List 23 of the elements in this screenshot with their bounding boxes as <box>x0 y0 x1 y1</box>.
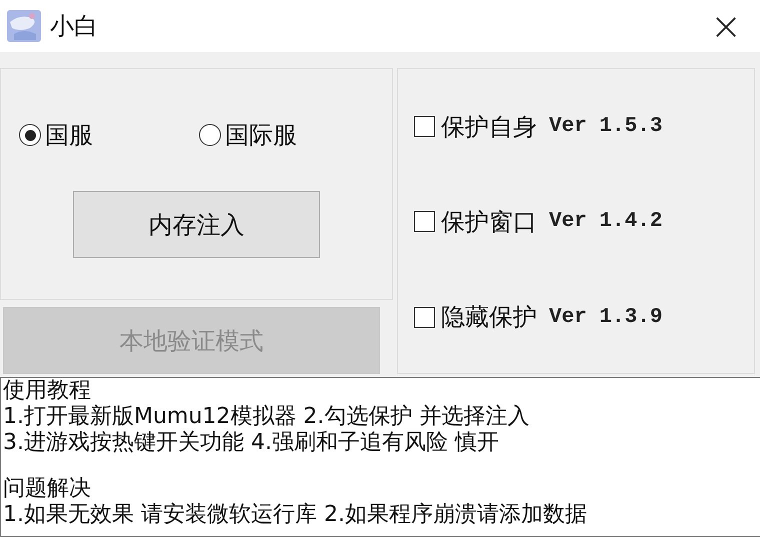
version-label: Ver 1.4.2 <box>549 210 662 234</box>
inject-button[interactable]: 内存注入 <box>73 191 320 258</box>
radio-button[interactable] <box>19 124 41 146</box>
checkbox[interactable] <box>414 306 435 328</box>
window-title: 小白 <box>50 11 99 42</box>
radio-label[interactable]: 国服 <box>45 119 93 151</box>
checkbox-label[interactable]: 隐藏保护 <box>441 301 537 334</box>
notes-line: 1.打开最新版Mumu12模拟器 2.勾选保护 并选择注入 <box>3 404 530 430</box>
radio-label[interactable]: 国际服 <box>225 119 297 151</box>
radio-button[interactable] <box>199 124 221 146</box>
checkbox-label[interactable]: 保护窗口 <box>441 206 537 238</box>
notes-heading: 使用教程 <box>3 378 92 404</box>
version-label: Ver 1.5.3 <box>549 115 662 138</box>
notes-box[interactable]: 使用教程 1.打开最新版Mumu12模拟器 2.勾选保护 并选择注入 3.进游戏按热键开关功能 4.强刷和子追有风险 慎开 问题解决 1.如果无效果 请安装微软运行库 2.如果程序崩溃请添加数据 <box>0 377 760 537</box>
notes-line: 3.进游戏按热键开关功能 4.强刷和子追有风险 慎开 <box>3 430 500 456</box>
app-icon <box>6 8 42 44</box>
version-label: Ver 1.3.9 <box>549 306 662 329</box>
close-button[interactable]: × <box>706 7 746 45</box>
notes-heading: 问题解决 <box>3 476 92 502</box>
checkbox[interactable] <box>414 211 435 232</box>
checkbox-label[interactable]: 保护自身 <box>441 110 537 143</box>
notes-line: 1.如果无效果 请安装微软运行库 2.如果程序崩溃请添加数据 <box>3 502 588 528</box>
checkbox[interactable] <box>414 116 435 138</box>
